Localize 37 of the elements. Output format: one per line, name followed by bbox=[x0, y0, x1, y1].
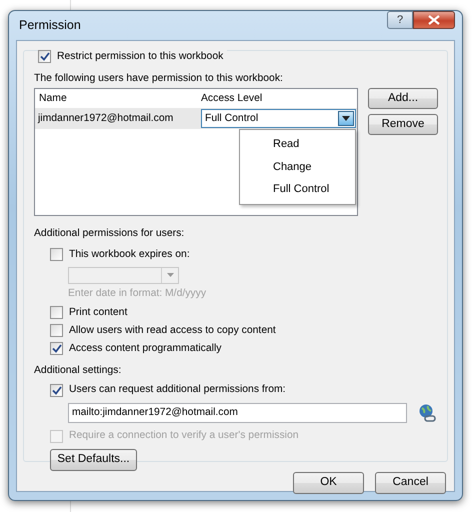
checkbox[interactable] bbox=[38, 50, 51, 63]
user-name: jimdanner1972@hotmail.com bbox=[36, 112, 174, 126]
close-button[interactable] bbox=[413, 11, 455, 29]
checkbox[interactable] bbox=[50, 248, 63, 262]
date-format-hint: Enter date in format: M/d/yyyy bbox=[68, 286, 208, 301]
checkbox-label: Print content bbox=[69, 306, 128, 320]
dropdown-option[interactable]: Read bbox=[240, 133, 355, 156]
dropdown-option[interactable]: Change bbox=[240, 156, 355, 178]
help-button[interactable]: ? bbox=[387, 11, 413, 29]
checkbox-label: This workbook expires on: bbox=[69, 248, 190, 262]
dialog-button[interactable]: OK bbox=[293, 472, 364, 494]
dialog-button[interactable]: Add... bbox=[368, 88, 438, 110]
section-label: Additional permissions for users: bbox=[34, 227, 186, 242]
column-header: Access Level bbox=[201, 92, 262, 106]
window-title: Permission bbox=[18, 17, 81, 34]
table-row[interactable]: jimdanner1972@hotmail.com Full Control bbox=[35, 108, 357, 130]
dropdown-value: Full Control bbox=[205, 112, 258, 126]
close-icon bbox=[428, 15, 440, 25]
checkbox[interactable] bbox=[50, 306, 63, 319]
section-label: Additional settings: bbox=[34, 364, 122, 378]
address-field[interactable]: mailto:jimdanner1972@hotmail.com bbox=[68, 403, 407, 424]
checkbox[interactable] bbox=[50, 384, 63, 397]
checkbox-label: Require a connection to verify a user's permission bbox=[69, 429, 299, 444]
set-defaults-button[interactable]: Set Defaults... bbox=[50, 449, 137, 472]
checkbox[interactable] bbox=[50, 324, 63, 337]
dialog-button[interactable]: Remove bbox=[368, 114, 438, 136]
checkbox-label: Users can request additional permissions from: bbox=[69, 383, 286, 398]
users-label: The following users have permission to this workbook: bbox=[34, 72, 284, 86]
column-header: Name bbox=[38, 92, 68, 106]
checkbox[interactable] bbox=[50, 342, 63, 355]
dialog-button[interactable]: Cancel bbox=[375, 472, 446, 494]
checkbox-label: Restrict permission to this workbook bbox=[57, 50, 224, 64]
globe-icon[interactable] bbox=[417, 403, 437, 424]
access-level-dropdown[interactable]: Full Control bbox=[201, 109, 356, 128]
checkbox-label: Allow users with read access to copy content bbox=[69, 324, 276, 338]
checkbox-label: Access content programmatically bbox=[69, 342, 222, 356]
dropdown-option[interactable]: Full Control bbox=[240, 178, 355, 201]
